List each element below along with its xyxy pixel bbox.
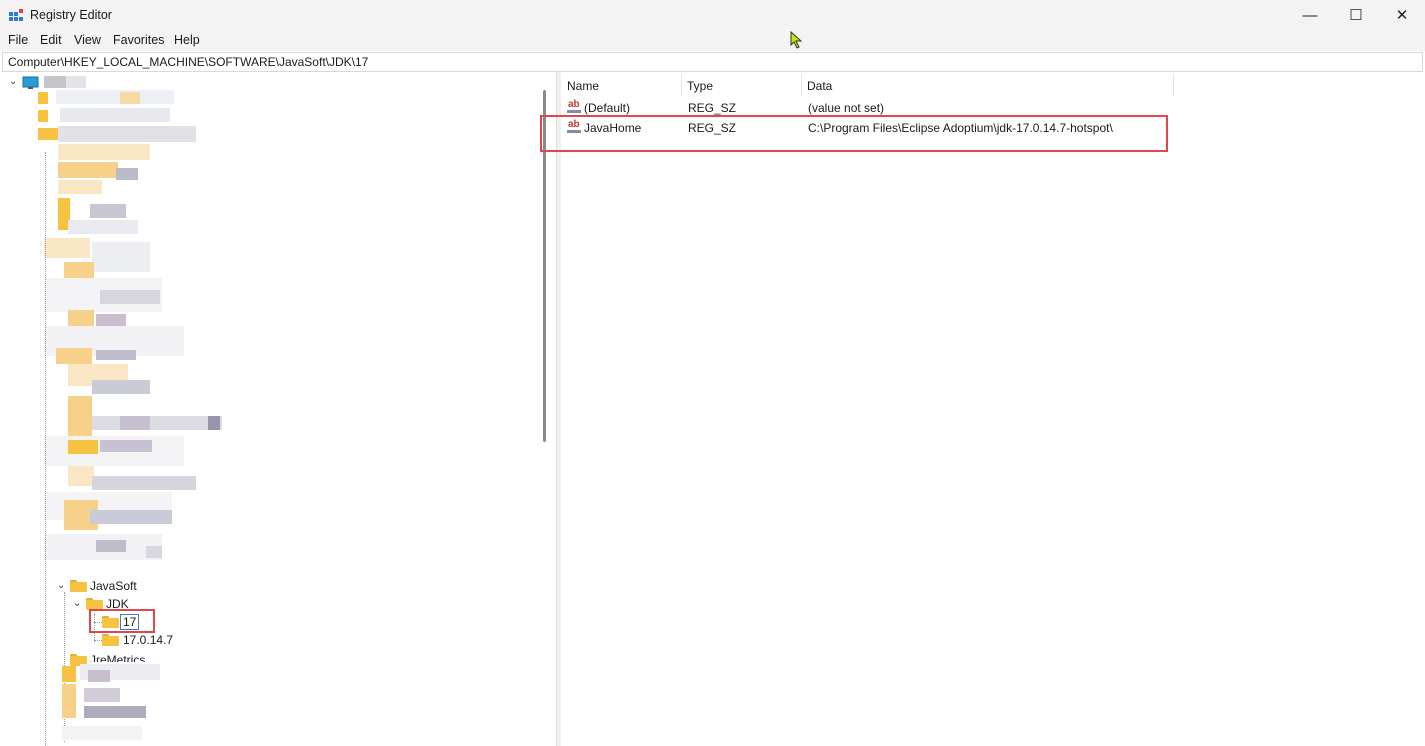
string-value-icon: ab xyxy=(567,99,581,113)
address-bar[interactable]: Computer\HKEY_LOCAL_MACHINE\SOFTWARE\Jav… xyxy=(2,52,1423,72)
window-title: Registry Editor xyxy=(30,8,112,22)
column-header-data[interactable]: Data xyxy=(801,74,1173,98)
value-name: (Default) xyxy=(584,101,631,115)
folder-icon xyxy=(70,580,87,592)
chevron-down-icon[interactable]: ⌄ xyxy=(73,598,81,609)
tree-guide-line xyxy=(94,640,102,641)
key-tree-pane[interactable]: ⌄ ⌄ JavaSoft ⌄ JDK 17 17.0.14.7 JreMetri… xyxy=(0,72,553,746)
registry-editor-icon xyxy=(9,9,23,21)
tree-item-jremetrics[interactable]: JreMetrics xyxy=(90,653,145,662)
computer-icon xyxy=(22,76,39,89)
column-divider[interactable] xyxy=(1173,74,1174,96)
minimize-button[interactable]: — xyxy=(1287,0,1333,30)
column-header-name[interactable]: Name xyxy=(561,74,681,98)
menu-view[interactable]: View xyxy=(74,33,101,47)
tree-item-17-0-14-7[interactable]: 17.0.14.7 xyxy=(123,633,173,647)
close-button[interactable]: ✕ xyxy=(1379,0,1425,30)
mouse-cursor-icon xyxy=(790,31,803,49)
tree-guide-line xyxy=(45,152,46,746)
menu-edit[interactable]: Edit xyxy=(40,33,62,47)
chevron-down-icon[interactable]: ⌄ xyxy=(9,76,17,87)
tree-item-javasoft[interactable]: JavaSoft xyxy=(90,579,137,593)
menu-file[interactable]: File xyxy=(8,33,28,47)
value-type: REG_SZ xyxy=(688,101,737,115)
highlight-box-javahome xyxy=(540,115,1168,152)
address-path: Computer\HKEY_LOCAL_MACHINE\SOFTWARE\Jav… xyxy=(8,55,369,69)
maximize-button[interactable]: ☐ xyxy=(1333,0,1379,30)
menu-bar: File Edit View Favorites Help xyxy=(0,32,1425,51)
value-data: (value not set) xyxy=(808,101,885,115)
chevron-down-icon[interactable]: ⌄ xyxy=(57,580,65,591)
highlight-box-17 xyxy=(89,609,155,633)
menu-favorites[interactable]: Favorites xyxy=(113,33,164,47)
title-bar: Registry Editor — ☐ ✕ xyxy=(0,0,1425,32)
values-list-pane[interactable]: Name Type Data ab (Default) REG_SZ (valu… xyxy=(561,72,1425,746)
column-header-type[interactable]: Type xyxy=(681,74,801,98)
menu-help[interactable]: Help xyxy=(174,33,200,47)
folder-icon xyxy=(102,634,119,646)
